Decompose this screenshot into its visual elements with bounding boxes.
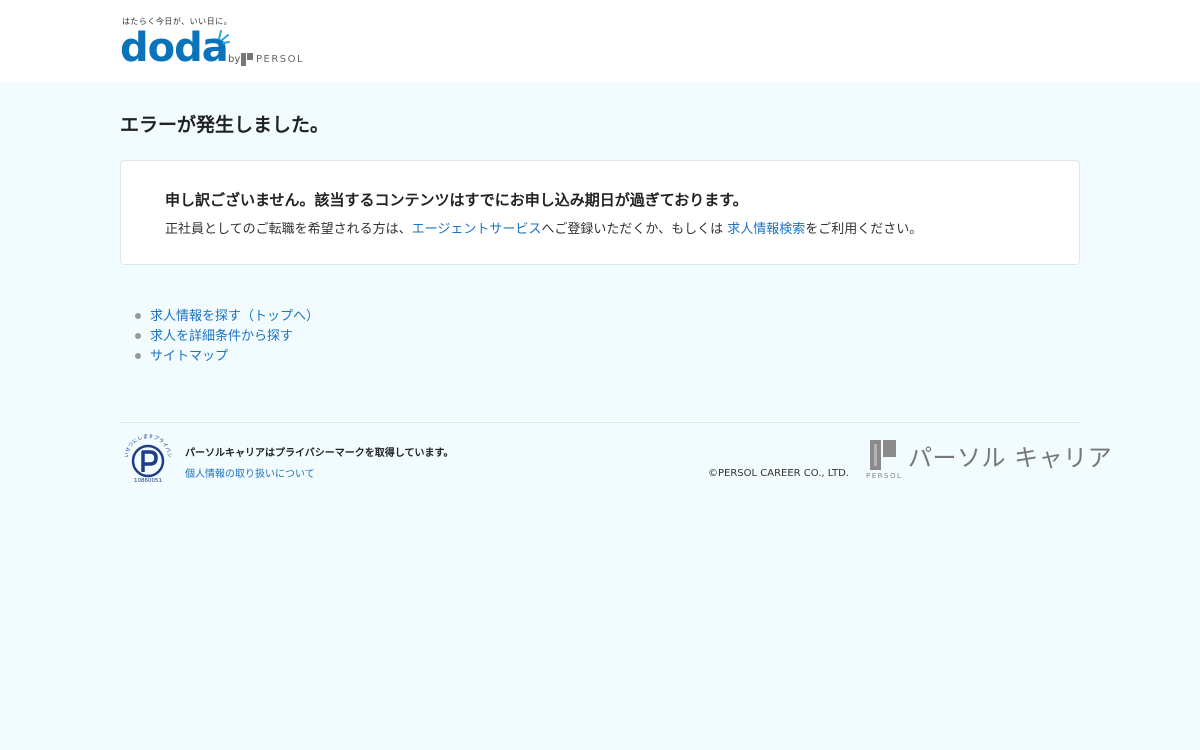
agent-service-link[interactable]: エージェントサービス — [412, 222, 542, 237]
list-item: サイトマップ — [132, 348, 319, 368]
persol-mark-icon — [241, 53, 253, 66]
bullet-icon — [135, 313, 141, 319]
privacy-mark-icon[interactable]: たいせつにしますプライバシー 10860051 — [122, 432, 174, 484]
logo-wordmark: doda — [120, 25, 229, 71]
privacy-statement: パーソルキャリアはプライバシーマークを取得しています。 — [185, 448, 454, 459]
bullet-icon — [135, 333, 141, 339]
list-item: 求人情報を探す（トップへ） — [132, 308, 319, 328]
error-body-text-3: をご利用ください。 — [805, 222, 923, 237]
logo-by: by — [228, 54, 241, 65]
error-body: 正社員としてのご転職を希望される方は、エージェントサービスへご登録いただくか、も… — [165, 218, 922, 237]
privacy-mark-number: 10860051 — [134, 478, 162, 484]
bullet-icon — [135, 353, 141, 359]
job-search-link[interactable]: 求人情報検索 — [727, 222, 805, 237]
sitemap-link[interactable]: サイトマップ — [150, 349, 228, 364]
navigation-links: 求人情報を探す（トップへ） 求人を詳細条件から探す サイトマップ — [132, 308, 319, 368]
error-body-text-2: へご登録いただくか、もしくは — [541, 222, 728, 237]
detailed-search-link[interactable]: 求人を詳細条件から探す — [150, 329, 293, 344]
spark-icon — [218, 30, 230, 44]
page-title: エラーが発生しました。 — [120, 114, 330, 136]
error-heading: 申し訳ございません。該当するコンテンツはすでにお申し込み期日が過ぎております。 — [165, 191, 748, 209]
doda-logo[interactable]: はたらく今日が、いい日に。 doda by PERSOL — [120, 14, 320, 74]
footer-divider — [120, 422, 1080, 423]
list-item: 求人を詳細条件から探す — [132, 328, 319, 348]
top-page-link[interactable]: 求人情報を探す（トップへ） — [150, 309, 319, 324]
persol-career-name: パーソル キャリア — [908, 444, 1113, 472]
persol-career-small-text: PERSOL — [866, 472, 903, 480]
persol-career-logo[interactable]: PERSOL パーソル キャリア — [866, 438, 1112, 484]
error-body-text-1: 正社員としてのご転職を希望される方は、 — [165, 222, 412, 237]
error-message-box: 申し訳ございません。該当するコンテンツはすでにお申し込み期日が過ぎております。 … — [120, 160, 1080, 265]
copyright: ©PERSOL CAREER CO., LTD. — [708, 468, 849, 479]
privacy-policy-link[interactable]: 個人情報の取り扱いについて — [185, 465, 315, 480]
persol-career-mark-icon — [870, 440, 896, 470]
site-header: はたらく今日が、いい日に。 doda by PERSOL — [0, 0, 1200, 82]
logo-persol: PERSOL — [256, 54, 305, 65]
